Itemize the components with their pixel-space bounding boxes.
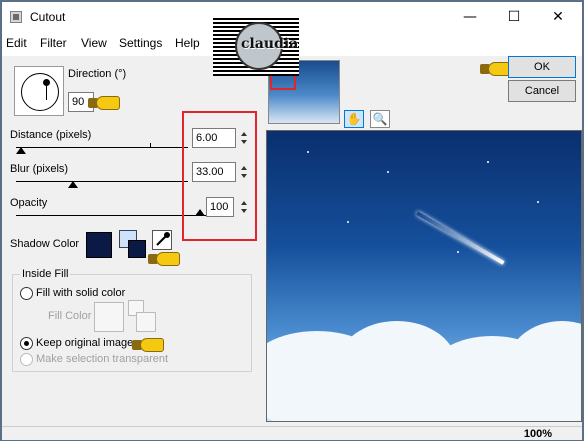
fill-color-front bbox=[136, 312, 156, 332]
status-bar: 100% bbox=[2, 426, 582, 440]
window-title: Cutout bbox=[30, 10, 66, 24]
menu-settings[interactable]: Settings bbox=[119, 36, 162, 50]
zoom-level: 100% bbox=[523, 428, 552, 440]
fill-solid-label[interactable]: Fill with solid color bbox=[36, 287, 125, 299]
menu-view[interactable]: View bbox=[81, 36, 107, 50]
zoom-tool-icon[interactable]: 🔍 bbox=[370, 110, 390, 128]
ok-button[interactable]: OK bbox=[508, 56, 576, 78]
opacity-label: Opacity bbox=[10, 197, 48, 209]
dial-circle bbox=[21, 73, 59, 111]
watermark-logo: claudia bbox=[213, 18, 299, 76]
pointing-hand-icon bbox=[132, 336, 166, 354]
settings-panel: Direction (°) 90 Distance (pixels) 6.00 … bbox=[2, 56, 264, 426]
maximize-button[interactable]: ☐ bbox=[504, 8, 524, 26]
fill-color-swatch bbox=[94, 302, 124, 332]
shadow-color-label: Shadow Color bbox=[10, 238, 80, 250]
blur-label: Blur (pixels) bbox=[10, 163, 69, 175]
dialog-window: Cutout — ☐ ✕ Edit Filter View Settings H… bbox=[0, 0, 584, 441]
minimize-button[interactable]: — bbox=[460, 8, 480, 26]
pan-tool-icon[interactable]: ✋ bbox=[344, 110, 364, 128]
direction-dial[interactable] bbox=[14, 66, 64, 116]
eyedropper-icon[interactable] bbox=[152, 230, 172, 250]
distance-slider-thumb[interactable] bbox=[16, 147, 27, 154]
keep-original-label[interactable]: Keep original image bbox=[36, 337, 133, 349]
opacity-slider[interactable] bbox=[16, 215, 206, 216]
logo-text: claudia bbox=[241, 36, 299, 52]
blur-slider[interactable] bbox=[16, 181, 188, 182]
app-icon bbox=[10, 11, 22, 23]
cancel-button[interactable]: Cancel bbox=[508, 80, 576, 102]
pointing-hand-icon bbox=[148, 250, 182, 268]
fill-color-label: Fill Color bbox=[48, 310, 92, 322]
highlight-frame bbox=[182, 111, 257, 241]
blur-slider-thumb[interactable] bbox=[67, 181, 78, 188]
keep-original-radio[interactable] bbox=[20, 337, 33, 350]
make-transparent-radio bbox=[20, 353, 33, 366]
comet bbox=[416, 211, 505, 265]
pointing-hand-icon bbox=[88, 94, 122, 112]
distance-slider[interactable] bbox=[16, 147, 188, 148]
make-transparent-label: Make selection transparent bbox=[36, 353, 169, 365]
fill-solid-radio[interactable] bbox=[20, 287, 33, 300]
preview-image[interactable] bbox=[266, 130, 582, 422]
menu-edit[interactable]: Edit bbox=[6, 36, 27, 50]
inside-fill-title: Inside Fill bbox=[20, 268, 71, 280]
direction-label: Direction (°) bbox=[68, 68, 127, 80]
foreground-color-swatch[interactable] bbox=[128, 240, 146, 258]
distance-label: Distance (pixels) bbox=[10, 129, 92, 141]
dial-handle[interactable] bbox=[43, 79, 50, 86]
shadow-color-swatch[interactable] bbox=[86, 232, 112, 258]
close-button[interactable]: ✕ bbox=[548, 8, 568, 26]
menu-help[interactable]: Help bbox=[175, 36, 200, 50]
menu-filter[interactable]: Filter bbox=[40, 36, 67, 50]
